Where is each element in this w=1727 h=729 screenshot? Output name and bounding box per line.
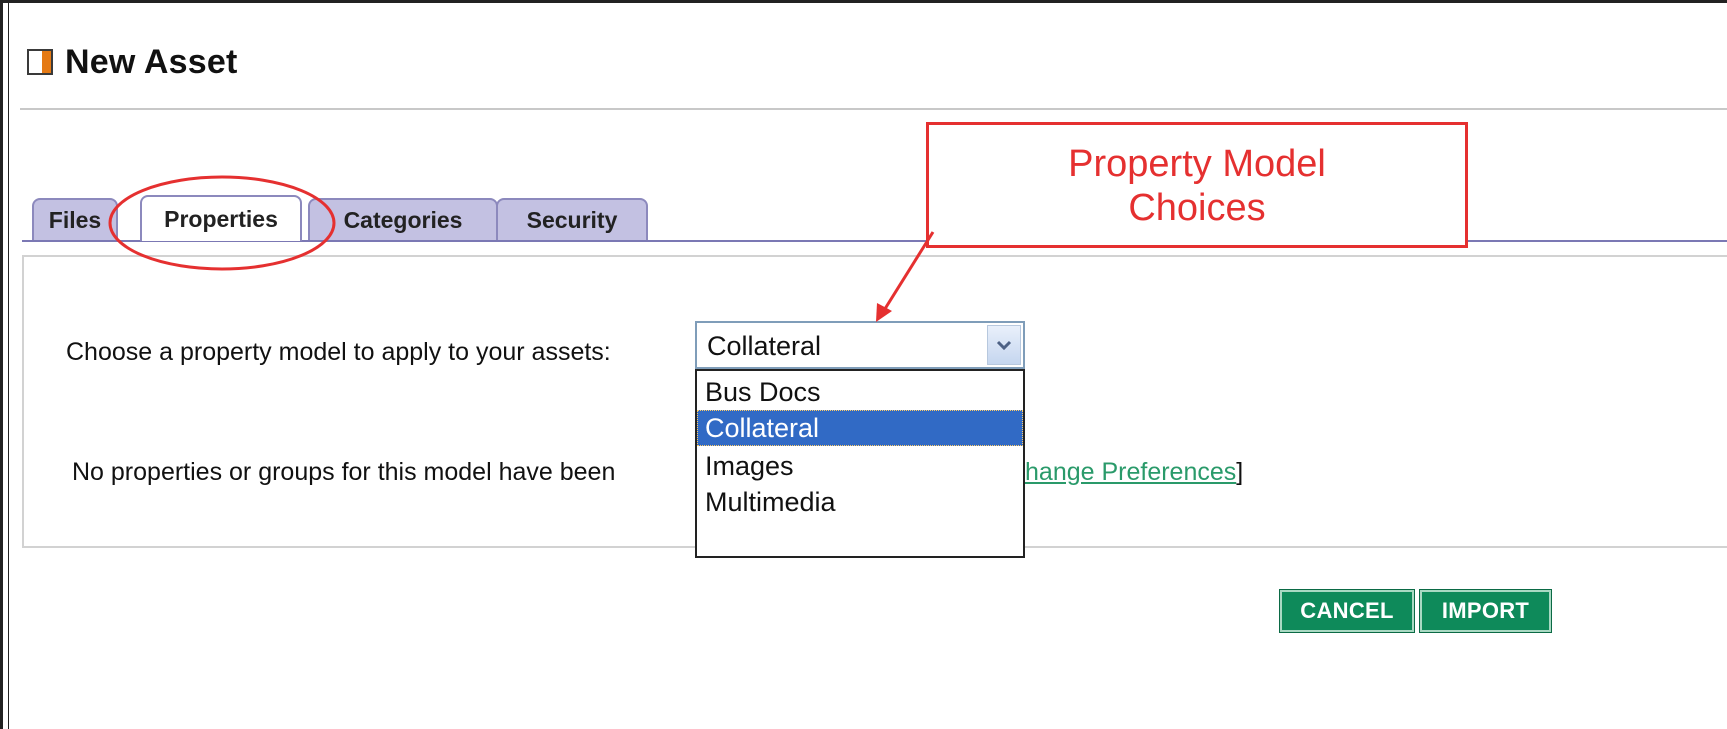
chevron-down-icon[interactable] [987, 325, 1021, 365]
property-model-select[interactable]: Collateral [695, 321, 1025, 369]
tab-security[interactable]: Security [496, 198, 648, 240]
tab-categories[interactable]: Categories [308, 198, 498, 240]
select-value: Collateral [707, 331, 822, 361]
annotation-callout: Property Model Choices [926, 122, 1468, 248]
change-preferences-wrapper: [Change Preferences] [1000, 458, 1243, 487]
page-title: New Asset [65, 42, 238, 81]
change-preferences-link[interactable]: Change Preferences [1007, 458, 1236, 486]
option-bus-docs[interactable]: Bus Docs [697, 374, 1023, 410]
chevron-down-glyph [996, 340, 1012, 351]
tab-files[interactable]: Files [32, 198, 118, 240]
import-button[interactable]: IMPORT [1419, 589, 1552, 633]
option-collateral[interactable]: Collateral [697, 410, 1023, 446]
property-model-label: Choose a property model to apply to your… [66, 338, 611, 366]
asset-icon [27, 49, 53, 75]
tab-properties[interactable]: Properties [140, 195, 302, 241]
callout-line-2: Choices [1128, 187, 1266, 229]
option-images[interactable]: Images [697, 448, 1023, 484]
page-header: New Asset [27, 40, 238, 84]
callout-line-1: Property Model [1068, 143, 1326, 185]
link-bracket-close: ] [1236, 458, 1244, 486]
property-model-options: Bus Docs Collateral Images Multimedia [695, 369, 1025, 558]
cancel-button[interactable]: CANCEL [1279, 589, 1415, 633]
title-divider [20, 108, 1727, 110]
no-properties-note: No properties or groups for this model h… [72, 458, 616, 486]
option-multimedia[interactable]: Multimedia [697, 484, 1023, 520]
